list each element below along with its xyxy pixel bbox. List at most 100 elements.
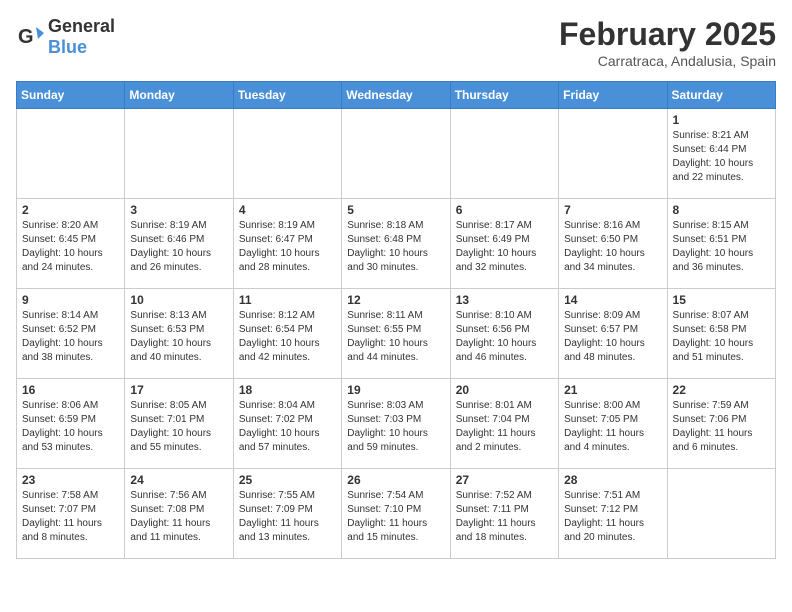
page-header: G General Blue February 2025 Carratraca,… xyxy=(16,16,776,69)
day-of-week-header: Wednesday xyxy=(342,82,450,109)
day-number: 22 xyxy=(673,383,770,397)
calendar-week-row: 16Sunrise: 8:06 AMSunset: 6:59 PMDayligh… xyxy=(17,379,776,469)
calendar-cell: 14 Sunrise: 8:09 AMSunset: 6:57 PMDayligh… xyxy=(559,289,667,379)
calendar-cell: 27 Sunrise: 7:52 AMSunset: 7:11 PMDayligh… xyxy=(450,469,558,559)
day-number: 24 xyxy=(130,473,227,487)
day-number: 3 xyxy=(130,203,227,217)
day-number: 14 xyxy=(564,293,661,307)
calendar-cell: 17 Sunrise: 8:05 AMSunset: 7:01 PMDayligh… xyxy=(125,379,233,469)
calendar-header-row: SundayMondayTuesdayWednesdayThursdayFrid… xyxy=(17,82,776,109)
day-number: 26 xyxy=(347,473,444,487)
title-block: February 2025 Carratraca, Andalusia, Spa… xyxy=(559,16,776,69)
day-number: 18 xyxy=(239,383,336,397)
logo-general: General xyxy=(48,16,115,36)
calendar-cell xyxy=(233,109,341,199)
logo-icon: G xyxy=(16,23,44,51)
calendar-week-row: 9Sunrise: 8:14 AMSunset: 6:52 PMDaylight… xyxy=(17,289,776,379)
day-of-week-header: Monday xyxy=(125,82,233,109)
calendar-cell: 28 Sunrise: 7:51 AMSunset: 7:12 PMDayligh… xyxy=(559,469,667,559)
day-number: 6 xyxy=(456,203,553,217)
calendar-cell xyxy=(342,109,450,199)
day-info: Sunrise: 8:15 AMSunset: 6:51 PMDaylight:… xyxy=(673,219,770,275)
day-of-week-header: Sunday xyxy=(17,82,125,109)
day-of-week-header: Thursday xyxy=(450,82,558,109)
calendar-cell xyxy=(450,109,558,199)
day-number: 7 xyxy=(564,203,661,217)
day-number: 11 xyxy=(239,293,336,307)
day-number: 28 xyxy=(564,473,661,487)
calendar-cell: 9Sunrise: 8:14 AMSunset: 6:52 PMDaylight… xyxy=(17,289,125,379)
calendar-cell: 23 Sunrise: 7:58 AMSunset: 7:07 PMDayligh… xyxy=(17,469,125,559)
day-number: 20 xyxy=(456,383,553,397)
calendar-cell xyxy=(667,469,775,559)
calendar-cell: 11 Sunrise: 8:12 AMSunset: 6:54 PMDayligh… xyxy=(233,289,341,379)
day-number: 12 xyxy=(347,293,444,307)
day-info: Sunrise: 8:14 AMSunset: 6:52 PMDaylight:… xyxy=(22,309,119,365)
day-number: 27 xyxy=(456,473,553,487)
day-of-week-header: Friday xyxy=(559,82,667,109)
day-info: Sunrise: 8:05 AMSunset: 7:01 PMDaylight:… xyxy=(130,399,227,455)
calendar-cell: 19 Sunrise: 8:03 AMSunset: 7:03 PMDayligh… xyxy=(342,379,450,469)
calendar-cell: 12 Sunrise: 8:11 AMSunset: 6:55 PMDayligh… xyxy=(342,289,450,379)
calendar-cell: 4 Sunrise: 8:19 AMSunset: 6:47 PMDaylight… xyxy=(233,199,341,289)
day-info: Sunrise: 8:09 AMSunset: 6:57 PMDaylight:… xyxy=(564,309,661,365)
calendar-cell: 13 Sunrise: 8:10 AMSunset: 6:56 PMDayligh… xyxy=(450,289,558,379)
day-of-week-header: Saturday xyxy=(667,82,775,109)
calendar-cell: 18 Sunrise: 8:04 AMSunset: 7:02 PMDayligh… xyxy=(233,379,341,469)
day-info: Sunrise: 8:11 AMSunset: 6:55 PMDaylight:… xyxy=(347,309,444,365)
day-info: Sunrise: 8:07 AMSunset: 6:58 PMDaylight:… xyxy=(673,309,770,365)
day-number: 1 xyxy=(673,113,770,127)
day-info: Sunrise: 8:18 AMSunset: 6:48 PMDaylight:… xyxy=(347,219,444,275)
day-info: Sunrise: 8:00 AMSunset: 7:05 PMDaylight:… xyxy=(564,399,661,455)
day-info: Sunrise: 8:20 AMSunset: 6:45 PMDaylight:… xyxy=(22,219,119,275)
day-number: 16 xyxy=(22,383,119,397)
day-info: Sunrise: 8:12 AMSunset: 6:54 PMDaylight:… xyxy=(239,309,336,365)
day-info: Sunrise: 8:10 AMSunset: 6:56 PMDaylight:… xyxy=(456,309,553,365)
day-info: Sunrise: 8:13 AMSunset: 6:53 PMDaylight:… xyxy=(130,309,227,365)
calendar-week-row: 1 Sunrise: 8:21 AMSunset: 6:44 PMDaylight… xyxy=(17,109,776,199)
day-number: 5 xyxy=(347,203,444,217)
day-number: 4 xyxy=(239,203,336,217)
day-number: 13 xyxy=(456,293,553,307)
day-number: 2 xyxy=(22,203,119,217)
day-info: Sunrise: 7:55 AMSunset: 7:09 PMDaylight:… xyxy=(239,489,336,545)
calendar-cell: 5 Sunrise: 8:18 AMSunset: 6:48 PMDaylight… xyxy=(342,199,450,289)
calendar-cell: 7 Sunrise: 8:16 AMSunset: 6:50 PMDaylight… xyxy=(559,199,667,289)
calendar-week-row: 2 Sunrise: 8:20 AMSunset: 6:45 PMDaylight… xyxy=(17,199,776,289)
day-number: 17 xyxy=(130,383,227,397)
day-info: Sunrise: 7:52 AMSunset: 7:11 PMDaylight:… xyxy=(456,489,553,545)
day-number: 15 xyxy=(673,293,770,307)
calendar-cell xyxy=(125,109,233,199)
location: Carratraca, Andalusia, Spain xyxy=(559,53,776,69)
day-number: 8 xyxy=(673,203,770,217)
day-info: Sunrise: 8:16 AMSunset: 6:50 PMDaylight:… xyxy=(564,219,661,275)
calendar-cell: 25 Sunrise: 7:55 AMSunset: 7:09 PMDayligh… xyxy=(233,469,341,559)
day-info: Sunrise: 7:51 AMSunset: 7:12 PMDaylight:… xyxy=(564,489,661,545)
day-info: Sunrise: 8:03 AMSunset: 7:03 PMDaylight:… xyxy=(347,399,444,455)
day-info: Sunrise: 7:54 AMSunset: 7:10 PMDaylight:… xyxy=(347,489,444,545)
day-number: 23 xyxy=(22,473,119,487)
month-year: February 2025 xyxy=(559,16,776,53)
calendar-cell: 2 Sunrise: 8:20 AMSunset: 6:45 PMDaylight… xyxy=(17,199,125,289)
day-info: Sunrise: 7:58 AMSunset: 7:07 PMDaylight:… xyxy=(22,489,119,545)
day-number: 25 xyxy=(239,473,336,487)
day-number: 10 xyxy=(130,293,227,307)
day-info: Sunrise: 7:56 AMSunset: 7:08 PMDaylight:… xyxy=(130,489,227,545)
calendar-cell: 26 Sunrise: 7:54 AMSunset: 7:10 PMDayligh… xyxy=(342,469,450,559)
calendar-cell: 21Sunrise: 8:00 AMSunset: 7:05 PMDayligh… xyxy=(559,379,667,469)
day-info: Sunrise: 8:01 AMSunset: 7:04 PMDaylight:… xyxy=(456,399,553,455)
calendar-cell xyxy=(559,109,667,199)
day-info: Sunrise: 8:19 AMSunset: 6:47 PMDaylight:… xyxy=(239,219,336,275)
calendar-body: 1 Sunrise: 8:21 AMSunset: 6:44 PMDaylight… xyxy=(17,109,776,559)
logo: G General Blue xyxy=(16,16,115,58)
calendar-cell: 15 Sunrise: 8:07 AMSunset: 6:58 PMDayligh… xyxy=(667,289,775,379)
day-info: Sunrise: 8:04 AMSunset: 7:02 PMDaylight:… xyxy=(239,399,336,455)
calendar-cell: 6Sunrise: 8:17 AMSunset: 6:49 PMDaylight… xyxy=(450,199,558,289)
svg-text:G: G xyxy=(18,26,34,48)
day-number: 19 xyxy=(347,383,444,397)
calendar-cell: 22 Sunrise: 7:59 AMSunset: 7:06 PMDayligh… xyxy=(667,379,775,469)
day-info: Sunrise: 7:59 AMSunset: 7:06 PMDaylight:… xyxy=(673,399,770,455)
calendar-cell xyxy=(17,109,125,199)
day-info: Sunrise: 8:21 AMSunset: 6:44 PMDaylight:… xyxy=(673,129,770,185)
calendar-cell: 10 Sunrise: 8:13 AMSunset: 6:53 PMDayligh… xyxy=(125,289,233,379)
